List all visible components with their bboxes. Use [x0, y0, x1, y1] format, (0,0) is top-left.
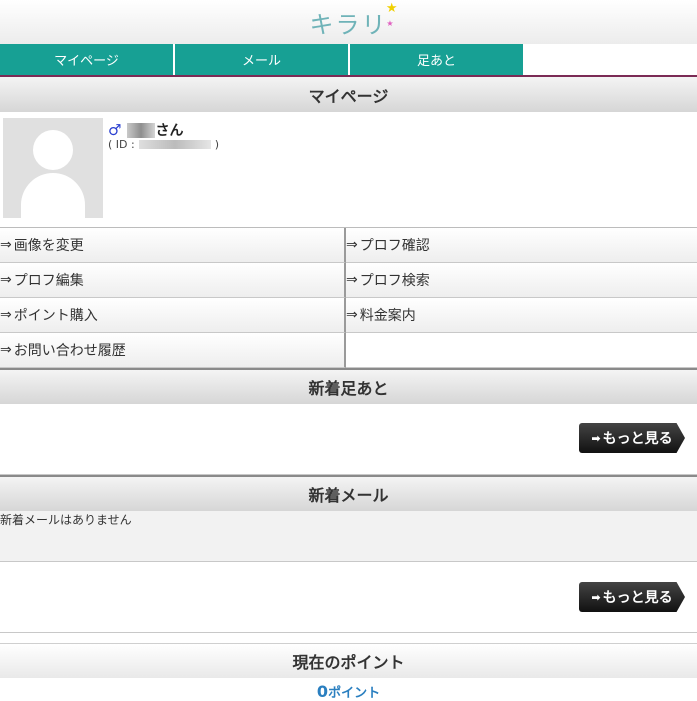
menu-label: プロフ編集: [13, 273, 84, 289]
nav-footprints[interactable]: 足あと: [350, 44, 525, 75]
mypage-menu: ⇒ 画像を変更 ⇒ プロフ確認 ⇒ プロフ編集 ⇒ プロフ検索 ⇒ ポイント購入…: [0, 227, 697, 368]
menu-label: プロフ確認: [359, 238, 430, 254]
menu-change-image[interactable]: ⇒ 画像を変更: [0, 228, 346, 263]
menu-label: ポイント購入: [13, 308, 98, 324]
logo-text: キラリ: [309, 10, 388, 39]
nav-spacer: [525, 44, 697, 75]
footprints-title: 新着足あと: [0, 368, 697, 404]
nav-mypage[interactable]: マイページ: [0, 44, 175, 75]
arrow-right-icon: ⇒: [346, 237, 358, 253]
menu-empty-cell: [346, 333, 697, 368]
footprints-more-button[interactable]: ➡ もっと見る: [579, 423, 685, 453]
blurred-id: [138, 140, 211, 149]
points-value: 0: [316, 682, 329, 701]
arrow-right-icon: ⇒: [346, 272, 358, 288]
points-title: 現在のポイント: [0, 643, 697, 678]
arrow-right-icon: ⇒: [0, 342, 12, 358]
arrow-right-icon: ⇒: [0, 272, 12, 288]
male-icon: ♂: [108, 121, 122, 139]
more-label: もっと見る: [602, 590, 673, 606]
avatar-body-shape: [21, 173, 85, 218]
menu-inquiry-history[interactable]: ⇒ お問い合わせ履歴: [0, 333, 346, 368]
blurred-username: [127, 122, 156, 138]
arrow-icon: ➡: [591, 590, 601, 604]
star-icon: ★: [385, 0, 400, 16]
mail-title: 新着メール: [0, 475, 697, 511]
menu-pricing[interactable]: ⇒ 料金案内: [346, 298, 697, 333]
site-header: キラリ ★ ★: [0, 0, 697, 44]
menu-row: ⇒ プロフ編集 ⇒ プロフ検索: [0, 263, 697, 298]
arrow-right-icon: ⇒: [0, 237, 12, 253]
mail-more-button[interactable]: ➡ もっと見る: [579, 582, 685, 612]
avatar[interactable]: [3, 118, 103, 218]
name-suffix: さん: [155, 123, 184, 139]
menu-row: ⇒ 画像を変更 ⇒ プロフ確認: [0, 228, 697, 263]
arrow-right-icon: ⇒: [0, 307, 12, 323]
menu-profile-edit[interactable]: ⇒ プロフ編集: [0, 263, 346, 298]
menu-label: お問い合わせ履歴: [13, 343, 126, 359]
avatar-head-shape: [33, 130, 73, 170]
menu-label: プロフ検索: [359, 273, 430, 289]
main-nav: マイページ メール 足あと: [0, 44, 697, 77]
arrow-icon: ➡: [591, 431, 601, 445]
star-small-icon: ★: [386, 18, 396, 28]
more-label: もっと見る: [602, 431, 673, 447]
no-mail-message: 新着メールはありません: [0, 511, 697, 562]
menu-row: ⇒ ポイント購入 ⇒ 料金案内: [0, 298, 697, 333]
id-prefix: ( ID :: [108, 138, 135, 151]
menu-label: 画像を変更: [13, 238, 84, 254]
menu-buy-points[interactable]: ⇒ ポイント購入: [0, 298, 346, 333]
site-logo[interactable]: キラリ ★ ★: [309, 1, 398, 40]
user-name: ♂ さん: [108, 120, 183, 140]
menu-profile-search[interactable]: ⇒ プロフ検索: [346, 263, 697, 298]
menu-profile-check[interactable]: ⇒ プロフ確認: [346, 228, 697, 263]
arrow-right-icon: ⇒: [346, 307, 358, 323]
no-mail-text: 新着メールはありません: [0, 513, 132, 527]
menu-label: 料金案内: [359, 308, 416, 324]
id-suffix: ): [214, 138, 220, 151]
mypage-title: マイページ: [0, 77, 697, 112]
profile-card: ♂ さん ( ID : ): [0, 112, 697, 227]
mail-panel: ➡ もっと見る: [0, 562, 697, 633]
points-display: 0ポイント: [0, 678, 697, 701]
footprints-panel: ➡ もっと見る: [0, 404, 697, 475]
user-id: ( ID : ): [108, 138, 219, 151]
nav-mail[interactable]: メール: [175, 44, 350, 75]
menu-row: ⇒ お問い合わせ履歴: [0, 333, 697, 368]
